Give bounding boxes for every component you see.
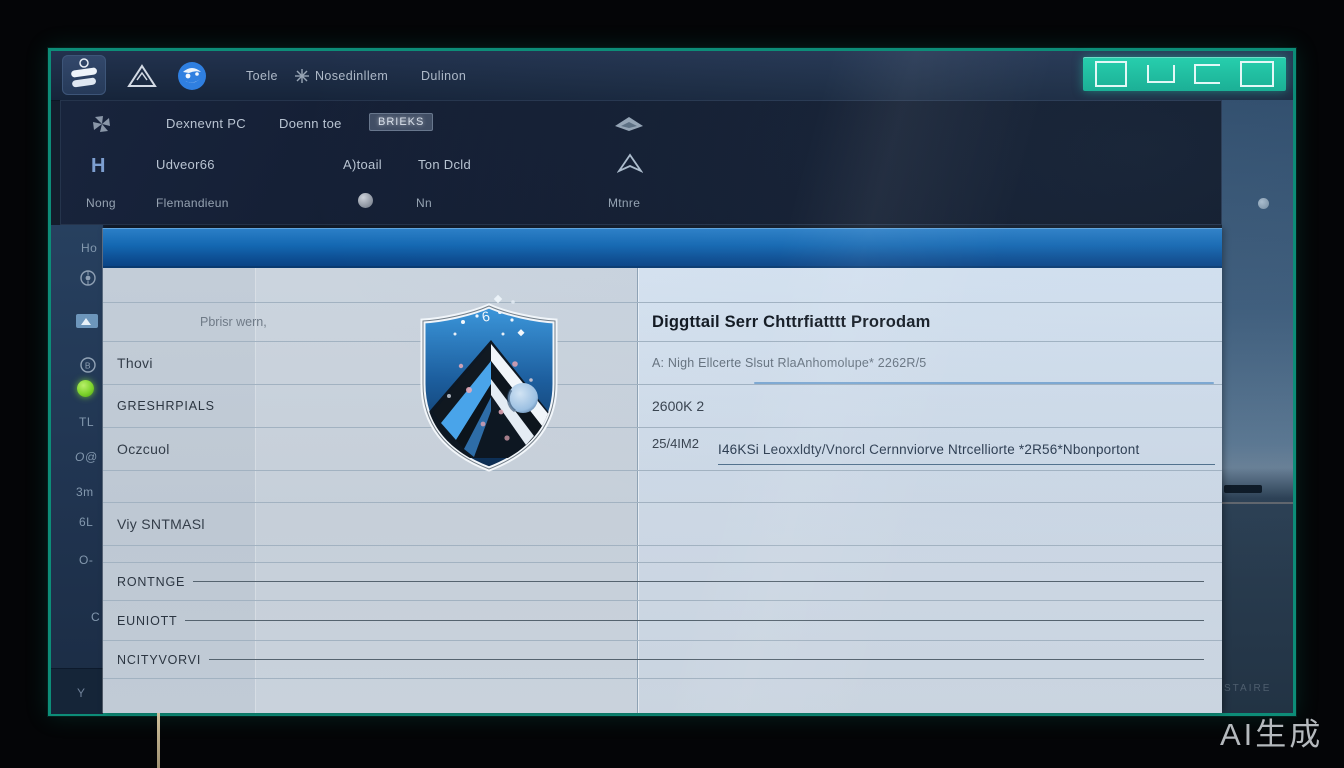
sidebar-item-ho[interactable]: Ho [81, 241, 97, 255]
row-label: GRESHRPIALS [117, 399, 215, 413]
sidebar-item[interactable]: TL [79, 415, 94, 429]
window-control-4[interactable] [1240, 61, 1274, 87]
window-control-2[interactable] [1147, 65, 1175, 83]
detail-text: I46KSi Leoxxldty/Vnorcl Cernnviorve Ntrc… [718, 442, 1215, 465]
row-label: RONTNGE [117, 575, 185, 589]
menu-item-dulinon[interactable]: Dulinon [421, 51, 466, 100]
photo-icon[interactable] [75, 311, 99, 331]
sidebar-footer: Y [51, 668, 103, 714]
dialog-titlebar[interactable] [103, 228, 1222, 268]
horizon-silhouette [1224, 485, 1262, 493]
sidebar-footer-label[interactable]: Y [77, 686, 86, 700]
menu-item-toele[interactable]: Toele [246, 51, 278, 100]
sidebar: Ho B TL O@ 3m 6L O- C Y [51, 225, 104, 713]
app-logo-button[interactable] [62, 55, 106, 95]
menu-item-label: Dulinon [421, 69, 466, 83]
row-label: NCITYVORVI [117, 653, 201, 667]
desktop-background-strip: STAIRE [1222, 100, 1293, 713]
more-menu-entry[interactable]: Mtnre [608, 196, 640, 210]
window-control-1[interactable] [1095, 61, 1127, 87]
menu-entry[interactable]: Flemandieun [156, 196, 229, 210]
dialog-body: Pbrisr wern, Diggttail Serr Chttrfiatttt… [103, 268, 1222, 713]
ai-watermark: AI生成 [1220, 709, 1323, 754]
sidebar-item[interactable]: O@ [75, 450, 98, 464]
sidebar-item[interactable]: 3m [76, 485, 94, 499]
green-dot-icon[interactable] [77, 380, 94, 397]
menu-entry[interactable]: A)toail [343, 157, 382, 172]
paper-plane-icon[interactable] [617, 153, 643, 175]
menu-entry[interactable]: Dexnevnt PC [166, 116, 246, 131]
menu-entry[interactable]: Ton Dcld [418, 157, 471, 172]
menu-item-label: Toele [246, 69, 278, 83]
table-row: GRESHRPIALS 2600K 2 [103, 384, 1222, 427]
table-row: NCITYVORVI [103, 640, 1222, 678]
svg-text:B: B [85, 361, 91, 371]
moon-glow [1258, 198, 1269, 209]
horizon-line [1222, 502, 1293, 504]
window-controls [1083, 57, 1286, 91]
stealth-shape-icon[interactable] [613, 115, 645, 133]
separator-blue-line [754, 382, 1214, 384]
certificate-dialog: Pbrisr wern, Diggttail Serr Chttrfiatttt… [103, 228, 1222, 713]
table-row [103, 545, 1222, 562]
sidebar-item[interactable]: 6L [79, 515, 93, 529]
main-window: Toele Nosedinllem Dulinon [48, 48, 1296, 716]
table-row [103, 678, 1222, 713]
status-badge: STAIRE [1224, 683, 1271, 694]
sidebar-item[interactable]: C [91, 610, 100, 624]
pinwheel-icon [91, 113, 113, 135]
table-row [103, 268, 1222, 302]
globe-logo-icon[interactable] [175, 51, 209, 100]
table-row: EUNIOTT [103, 600, 1222, 640]
row-value: A: Nigh Ellcerte Slsut RlaAnhomolupe* 22… [652, 356, 926, 370]
table-row: Viy SNTMASl [103, 502, 1222, 545]
menu-entry[interactable]: Nn [416, 196, 432, 210]
menu-panel: Dexnevnt PC Doenn toe BRIEKS H Udveor66 … [60, 100, 1222, 225]
shield-certificate-logo: 6 [403, 292, 575, 482]
rosette-icon[interactable] [79, 269, 97, 287]
table-row: Thovi A: Nigh Ellcerte Slsut RlaAnhomolu… [103, 341, 1222, 384]
table-row: Pbrisr wern, Diggttail Serr Chttrfiatttt… [103, 302, 1222, 341]
b-circle-icon[interactable]: B [79, 356, 97, 374]
table-row [103, 470, 1222, 502]
row-label: EUNIOTT [117, 614, 177, 628]
menu-entry[interactable]: Doenn toe [279, 116, 342, 131]
dotted-rule [209, 659, 1204, 660]
h-bar-icon: H [91, 155, 105, 178]
row-label: Thovi [117, 355, 153, 371]
sidebar-item[interactable]: O- [79, 553, 93, 567]
dotted-rule [185, 620, 1204, 621]
table-row: RONTNGE [103, 562, 1222, 600]
cable-line [157, 713, 160, 768]
mountain-icon[interactable] [127, 51, 157, 100]
row-value: 2600K 2 [652, 398, 704, 414]
titlebar[interactable]: Toele Nosedinllem Dulinon [51, 51, 1293, 101]
s-layers-icon [62, 55, 106, 95]
row-label: Oczcuol [117, 441, 170, 457]
highlighted-badge[interactable]: BRIEKS [369, 113, 433, 131]
sphere-icon [358, 193, 373, 208]
menu-item-nosedinllem[interactable]: Nosedinllem [315, 51, 388, 100]
publisher-label: Pbrisr wern, [200, 315, 267, 329]
dotted-rule [193, 581, 1204, 582]
menu-entry[interactable]: Udveor66 [156, 157, 215, 172]
menu-entry[interactable]: Nong [86, 196, 116, 210]
row-label: Viy SNTMASl [117, 516, 205, 532]
menu-item-label: Nosedinllem [315, 69, 388, 83]
row-value: 25/4IM2 [652, 436, 699, 451]
snowflake-icon [293, 51, 311, 100]
dialog-title: Diggttail Serr Chttrfiatttt Prorodam [652, 313, 931, 332]
window-control-3[interactable] [1194, 64, 1220, 84]
